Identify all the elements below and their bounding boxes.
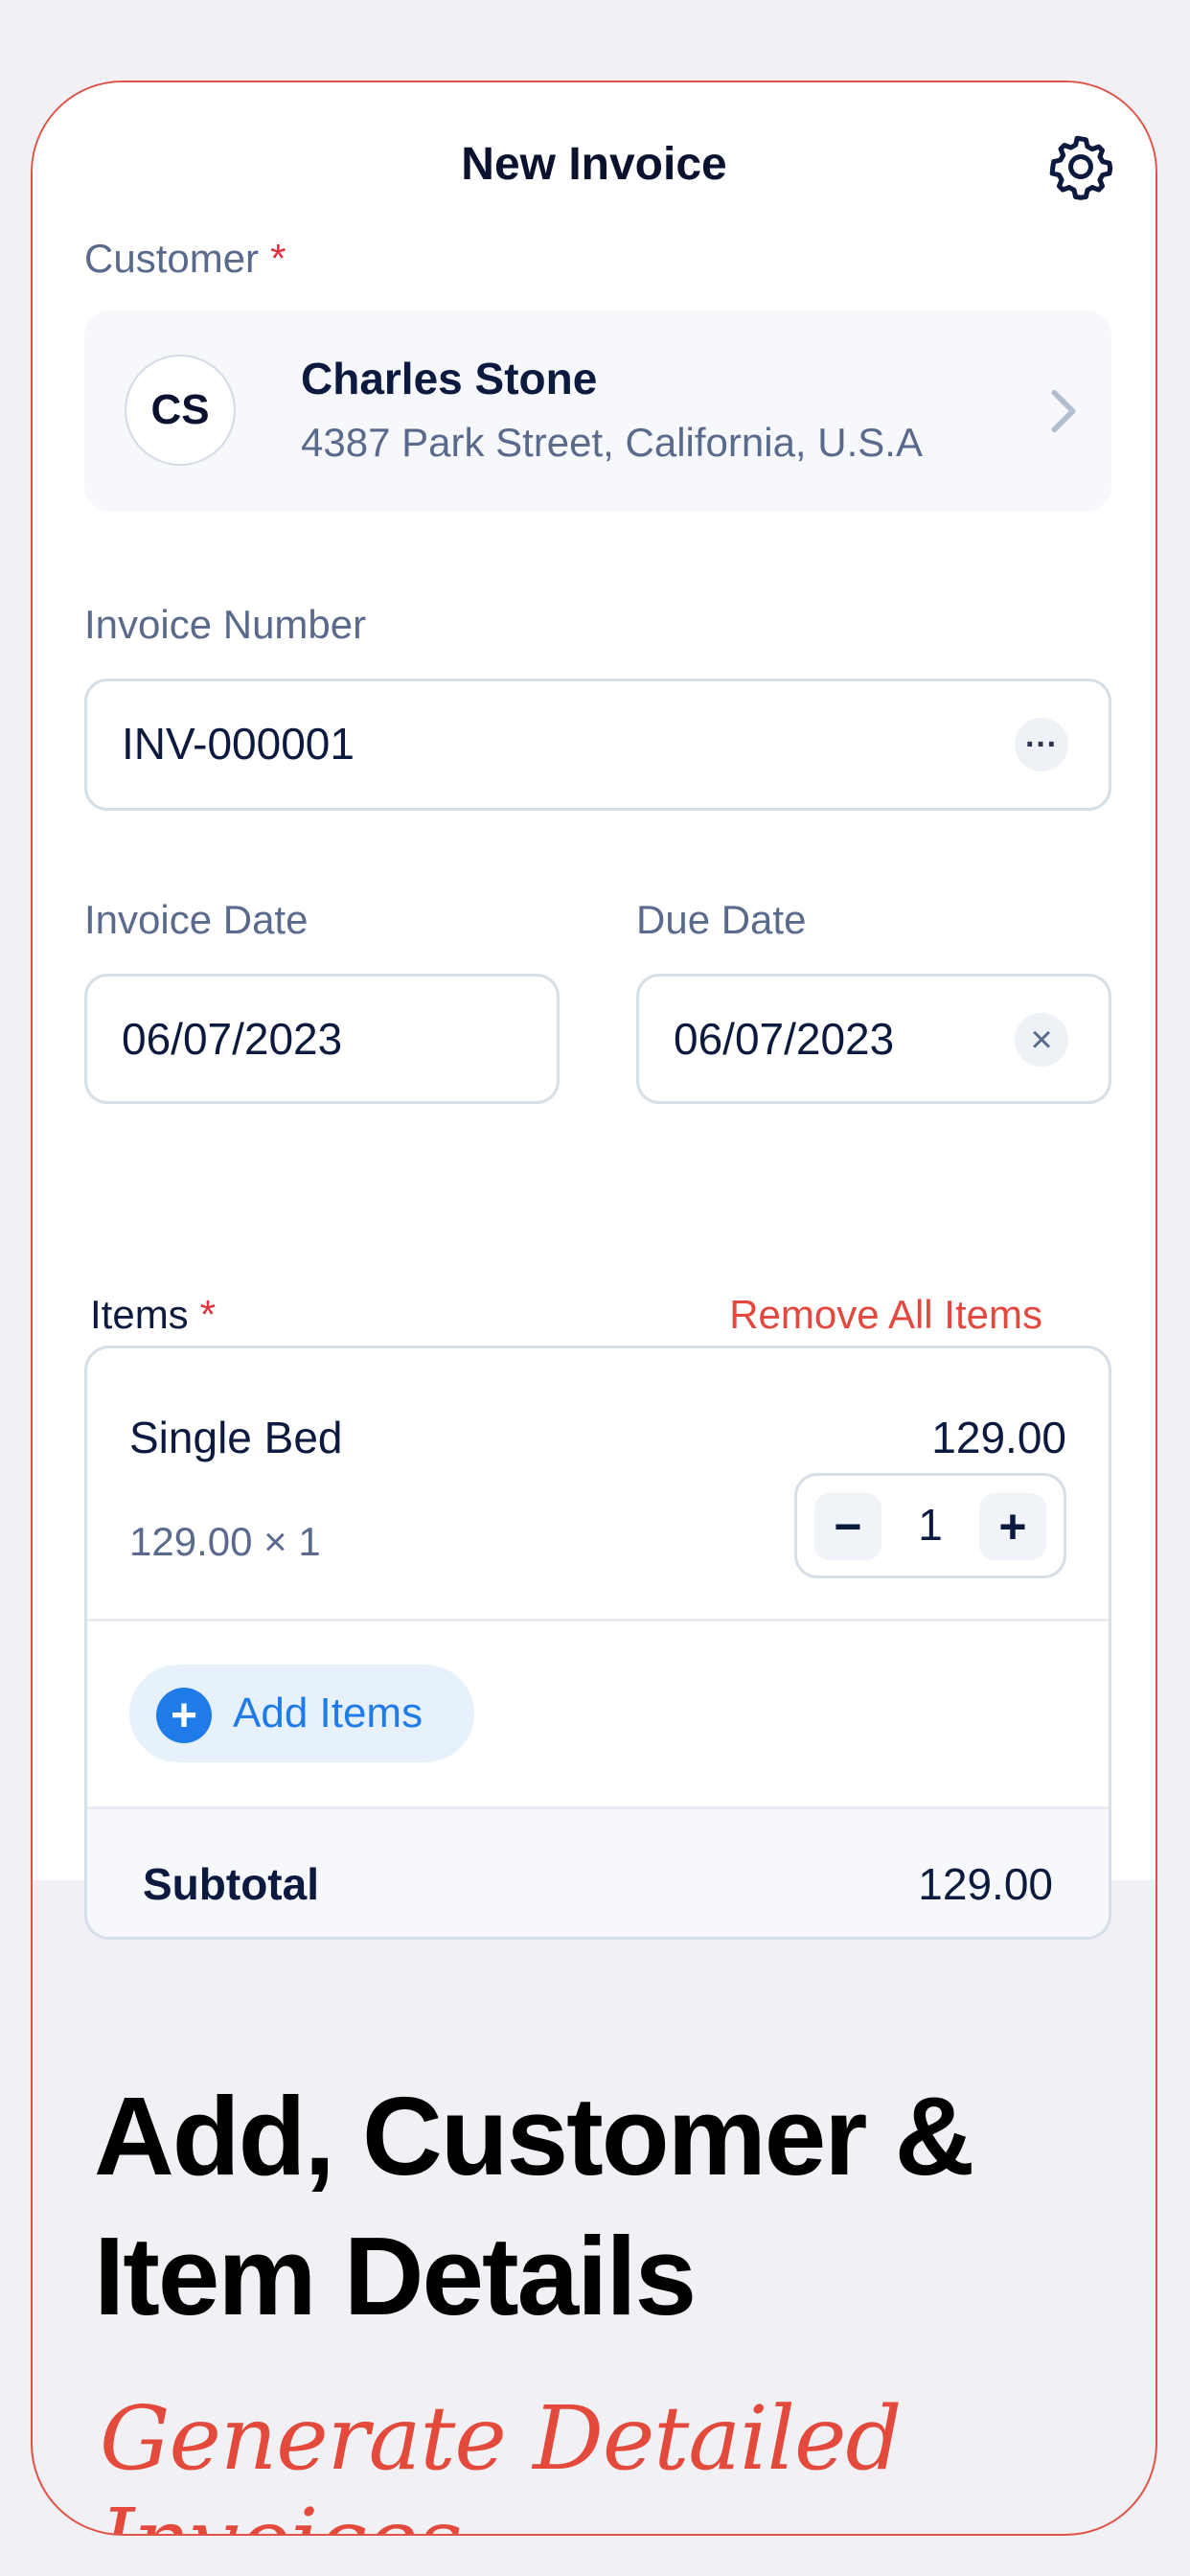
customer-label-text: Customer [84,236,260,281]
items-list: Single Bed 129.00 129.00 × 1 − 1 + + Add… [84,1346,1111,1940]
headline-line-1: Add, Customer & [94,2074,974,2198]
customer-card[interactable]: CS Charles Stone 4387 Park Street, Calif… [84,310,1111,512]
divider [87,1619,1109,1622]
required-mark: * [270,236,286,281]
divider [87,1806,1109,1809]
customer-address: 4387 Park Street, California, U.S.A [301,420,923,465]
promo-tagline: Generate Detailed Invoices [100,2387,902,2534]
subtotal-value: 129.00 [918,1859,1053,1909]
headline-line-2: Item Details [94,2214,697,2338]
plus-circle-icon: + [156,1688,212,1743]
customer-name: Charles Stone [301,354,598,403]
due-date-value: 06/07/2023 [674,1014,895,1064]
chevron-right-icon [1051,389,1076,433]
item-name: Single Bed [129,1413,343,1462]
subtotal-label: Subtotal [143,1859,319,1909]
quantity-stepper: − 1 + [794,1473,1066,1578]
item-price: 129.00 [931,1413,1066,1462]
page-title: New Invoice [461,139,727,190]
customer-label: Customer * [84,236,286,282]
invoice-number-value: INV-000001 [122,719,355,769]
clear-due-date-button[interactable]: × [1015,1013,1068,1067]
invoice-date-field[interactable]: 06/07/2023 [84,974,560,1104]
subtotal-row: Subtotal 129.00 [87,1806,1109,1937]
items-label: Items * [90,1292,216,1338]
add-items-button[interactable]: + Add Items [129,1665,474,1762]
due-date-field[interactable]: 06/07/2023 × [636,974,1111,1104]
add-items-label: Add Items [233,1690,423,1736]
items-label-text: Items [90,1292,189,1337]
avatar: CS [125,355,236,466]
required-mark: * [199,1292,217,1337]
gear-icon[interactable] [1044,130,1117,203]
device-frame: New Invoice Customer * CS Charles Stone 4… [31,80,1157,2536]
remove-all-items-button[interactable]: Remove All Items [729,1292,1042,1338]
promo-headline: Add, Customer & Item Details [94,2066,1129,2346]
invoice-number-field[interactable]: INV-000001 ··· [84,678,1111,811]
invoice-screen: New Invoice Customer * CS Charles Stone 4… [33,82,1156,1940]
item-detail: 129.00 × 1 [129,1519,321,1564]
invoice-number-label: Invoice Number [84,602,367,647]
due-date-label: Due Date [636,897,807,942]
increment-button[interactable]: + [979,1493,1046,1560]
more-options-button[interactable]: ··· [1015,718,1068,771]
invoice-date-value: 06/07/2023 [122,1014,343,1064]
invoice-date-label: Invoice Date [84,897,309,942]
